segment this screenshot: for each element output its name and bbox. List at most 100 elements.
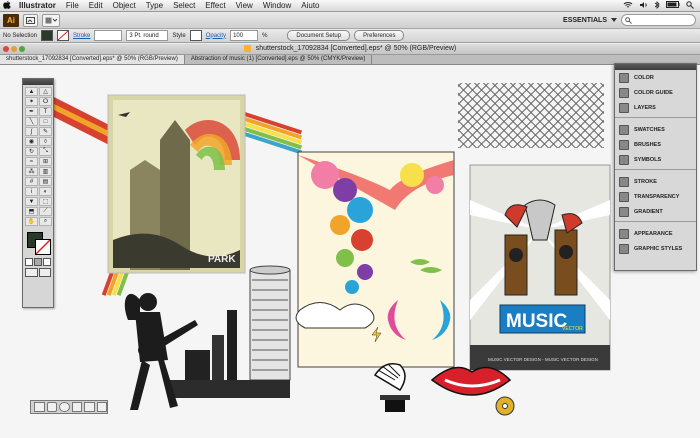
panel-brushes[interactable]: BRUSHES bbox=[615, 137, 696, 152]
live-paint-selection-tool-icon[interactable]: ⬚ bbox=[39, 197, 52, 206]
menu-edit[interactable]: Edit bbox=[84, 1, 108, 10]
gradient-tool-icon[interactable]: ▤ bbox=[39, 177, 52, 186]
menu-file[interactable]: File bbox=[61, 1, 84, 10]
rectangle-tool-icon[interactable]: □ bbox=[39, 117, 52, 126]
chain-link-fence-artwork[interactable] bbox=[458, 83, 604, 148]
panel-symbols[interactable]: SYMBOLS bbox=[615, 152, 696, 167]
eraser-tool-icon[interactable]: ◊ bbox=[39, 137, 52, 146]
zoom-window-button[interactable] bbox=[19, 46, 25, 52]
psychedelic-music-artwork[interactable] bbox=[295, 151, 455, 368]
menu-aiuto[interactable]: Aiuto bbox=[296, 1, 324, 10]
pen-tool-icon[interactable]: ✒ bbox=[25, 107, 38, 116]
stroke-link[interactable]: Stroke bbox=[73, 33, 90, 39]
skyscraper-artwork[interactable] bbox=[170, 265, 291, 398]
tab-shutterstock[interactable]: shutterstock_17092834 [Converted].eps* @… bbox=[0, 55, 185, 64]
music-vector-poster[interactable]: MUSIC VECTOR MUSIC VECTOR DESIGN - MUSIC… bbox=[469, 164, 611, 371]
preferences-button[interactable]: Preferences bbox=[354, 30, 405, 41]
column-graph-tool-icon[interactable]: ▥ bbox=[39, 167, 52, 176]
pencil-tool-icon[interactable]: ✎ bbox=[39, 127, 52, 136]
draw-mode-icon[interactable] bbox=[25, 268, 38, 277]
zoom-tool-icon[interactable]: ⌕ bbox=[39, 217, 52, 226]
park-poster-artwork[interactable]: PARK bbox=[107, 94, 246, 274]
stroke-weight-field[interactable] bbox=[94, 30, 123, 41]
panel-color-guide[interactable]: COLOR GUIDE bbox=[615, 85, 696, 100]
gradient-mode-icon[interactable] bbox=[34, 258, 42, 266]
screen-mode-icon[interactable] bbox=[38, 268, 51, 277]
stroke-swatch[interactable] bbox=[57, 30, 70, 41]
menu-app-name[interactable]: Illustrator bbox=[14, 1, 61, 10]
floating-shape-toolbar[interactable] bbox=[30, 400, 108, 414]
color-mode-icon[interactable] bbox=[25, 258, 33, 266]
menu-type[interactable]: Type bbox=[141, 1, 168, 10]
fill-stroke-widget[interactable] bbox=[25, 230, 51, 256]
panel-transparency[interactable]: TRANSPARENCY bbox=[615, 189, 696, 204]
tab-abstraction-of-music[interactable]: Abstraction of music (1) [Converted].eps… bbox=[185, 55, 373, 64]
hand-tool-icon[interactable]: ✋ bbox=[25, 217, 38, 226]
panel-appearance[interactable]: APPEARANCE bbox=[615, 226, 696, 241]
battery-icon[interactable] bbox=[666, 1, 680, 10]
workspace-switcher[interactable]: ESSENTIALS bbox=[563, 17, 607, 24]
close-window-button[interactable] bbox=[3, 46, 9, 52]
blend-tool-icon[interactable]: ◐ bbox=[39, 187, 52, 196]
scale-tool-icon[interactable]: ⤡ bbox=[39, 147, 52, 156]
lasso-tool-icon[interactable]: ⵔ bbox=[39, 97, 52, 106]
paintbrush-tool-icon[interactable]: ∫ bbox=[25, 127, 38, 136]
panel-color[interactable]: COLOR bbox=[615, 70, 696, 85]
none-mode-icon[interactable] bbox=[43, 258, 51, 266]
chevron-down-icon[interactable] bbox=[611, 17, 617, 24]
rounded-rectangle-shape-icon[interactable] bbox=[46, 402, 57, 412]
panel-graphic-styles[interactable]: GRAPHIC STYLES bbox=[615, 241, 696, 256]
tools-panel[interactable]: ▲ △ ✶ ⵔ ✒ T ╲ □ ∫ ✎ ◉ ◊ ↻ ⤡ ≈ ⊞ ⁂ ▥ # ▤ … bbox=[22, 78, 54, 308]
graphic-style-picker[interactable] bbox=[189, 30, 202, 41]
rotate-tool-icon[interactable]: ↻ bbox=[25, 147, 38, 156]
cd-disc-artwork[interactable] bbox=[495, 396, 515, 416]
minimize-window-button[interactable] bbox=[11, 46, 17, 52]
menu-object[interactable]: Object bbox=[108, 1, 141, 10]
rectangle-shape-icon[interactable] bbox=[34, 402, 45, 412]
eyedropper-tool-icon[interactable]: ⅰ bbox=[25, 187, 38, 196]
symbol-sprayer-tool-icon[interactable]: ⁂ bbox=[25, 167, 38, 176]
menu-window[interactable]: Window bbox=[258, 1, 296, 10]
menu-effect[interactable]: Effect bbox=[200, 1, 230, 10]
document-setup-button[interactable]: Document Setup bbox=[287, 30, 351, 41]
bluetooth-icon[interactable] bbox=[654, 0, 660, 11]
menu-view[interactable]: View bbox=[231, 1, 258, 10]
live-paint-bucket-tool-icon[interactable]: ▼ bbox=[25, 197, 38, 206]
stroke-color-box[interactable] bbox=[35, 239, 51, 255]
gramophone-artwork[interactable] bbox=[373, 363, 410, 412]
blob-brush-tool-icon[interactable]: ◉ bbox=[25, 137, 38, 146]
panel-swatches[interactable]: SWATCHES bbox=[615, 122, 696, 137]
wifi-icon[interactable] bbox=[623, 1, 633, 11]
artboard-tool-icon[interactable]: ⬒ bbox=[25, 207, 38, 216]
stroke-profile-select[interactable]: 3 Pt. round bbox=[126, 30, 169, 41]
slice-tool-icon[interactable]: ⟋ bbox=[39, 207, 52, 216]
mesh-tool-icon[interactable]: # bbox=[25, 177, 38, 186]
fill-swatch[interactable] bbox=[41, 30, 54, 41]
polygon-shape-icon[interactable] bbox=[71, 402, 82, 412]
bridge-button[interactable] bbox=[23, 13, 38, 27]
panel-gradient[interactable]: GRADIENT bbox=[615, 204, 696, 219]
spotlight-icon[interactable] bbox=[686, 0, 694, 11]
arrange-documents-button[interactable] bbox=[42, 13, 60, 27]
direct-selection-tool-icon[interactable]: △ bbox=[39, 87, 52, 96]
line-tool-icon[interactable]: ╲ bbox=[25, 117, 38, 126]
panels-dock[interactable]: COLOR COLOR GUIDE LAYERS SWATCHES BRUSHE… bbox=[614, 63, 697, 271]
red-lips-artwork[interactable] bbox=[430, 366, 512, 396]
artboard-canvas[interactable]: PARK MUSIC VECTOR MUSIC VECTOR DESIGN - … bbox=[0, 65, 700, 438]
menu-select[interactable]: Select bbox=[168, 1, 200, 10]
volume-icon[interactable] bbox=[639, 1, 648, 11]
panel-stroke[interactable]: STROKE bbox=[615, 174, 696, 189]
apple-menu-icon[interactable] bbox=[0, 0, 14, 11]
free-transform-tool-icon[interactable]: ⊞ bbox=[39, 157, 52, 166]
panel-layers[interactable]: LAYERS bbox=[615, 100, 696, 115]
search-input[interactable] bbox=[621, 14, 696, 26]
ellipse-shape-icon[interactable] bbox=[59, 402, 70, 412]
star-shape-icon[interactable] bbox=[84, 402, 95, 412]
flare-shape-icon[interactable] bbox=[96, 402, 107, 412]
magic-wand-tool-icon[interactable]: ✶ bbox=[25, 97, 38, 106]
type-tool-icon[interactable]: T bbox=[39, 107, 52, 116]
selection-tool-icon[interactable]: ▲ bbox=[25, 87, 38, 96]
warp-tool-icon[interactable]: ≈ bbox=[25, 157, 38, 166]
opacity-field[interactable]: 100 bbox=[230, 30, 259, 41]
opacity-link[interactable]: Opacity bbox=[206, 33, 226, 39]
